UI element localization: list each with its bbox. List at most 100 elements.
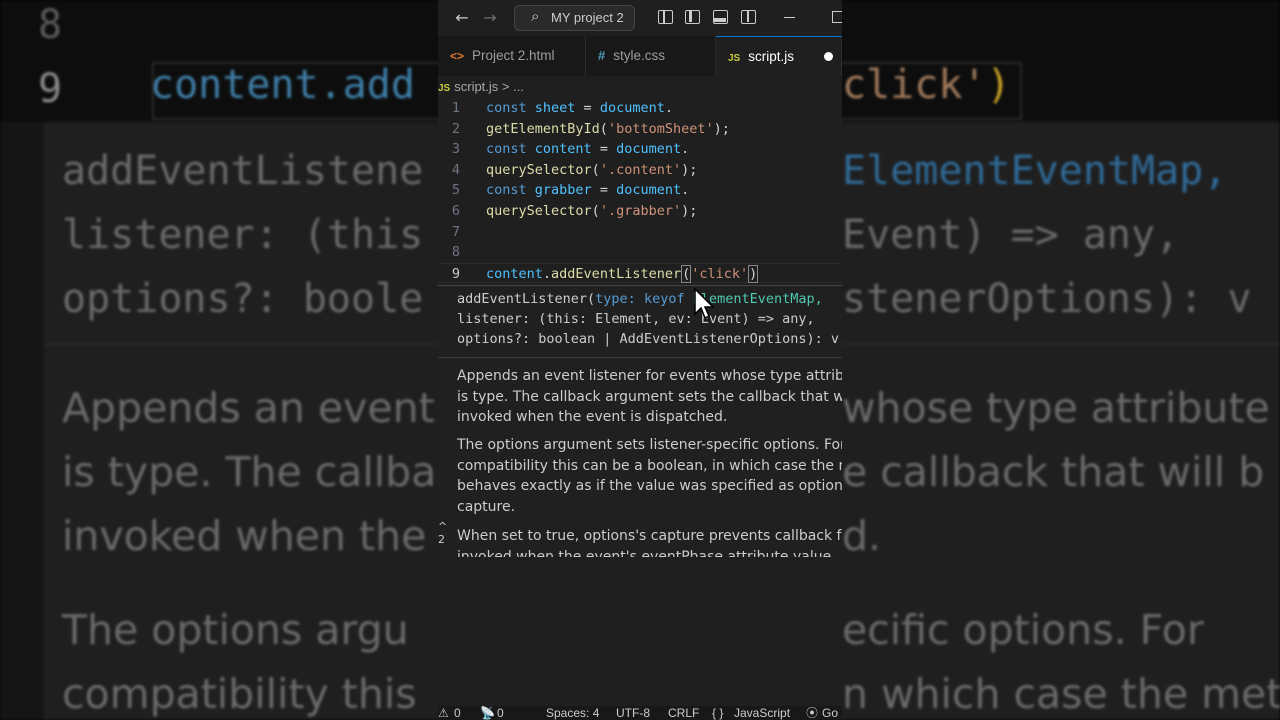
- arrow-left-icon[interactable]: ←: [450, 6, 474, 30]
- bg-doc-5-left: compatibility this: [62, 670, 417, 718]
- ports-icon[interactable]: 📡: [480, 707, 495, 720]
- tab-label: Project 2.html: [472, 48, 555, 63]
- unsaved-dot-icon[interactable]: [824, 52, 833, 61]
- problems-count[interactable]: 0: [454, 707, 461, 720]
- search-icon: ⌕: [531, 7, 540, 25]
- eol-status[interactable]: CRLF: [668, 707, 699, 720]
- line-number: 5: [451, 182, 460, 199]
- breadcrumb-file[interactable]: script.js: [454, 79, 498, 94]
- doc-paragraph-3: When set to true, options's capture prev…: [457, 528, 842, 557]
- bg-sig-3-right: stenerOptions): v: [842, 276, 1252, 322]
- go-live-icon[interactable]: ⦿: [806, 707, 818, 720]
- gutter-marker: ^ 2: [438, 520, 450, 560]
- encoding-status[interactable]: UTF-8: [616, 707, 650, 720]
- chevron-right-icon: >: [501, 79, 510, 94]
- line-number: 2: [451, 120, 460, 137]
- html-file-icon: <>: [450, 49, 465, 63]
- ports-count[interactable]: 0: [497, 707, 504, 720]
- doc-paragraph-1: Appends an event listener for events who…: [457, 368, 842, 426]
- code-line: 6 querySelector('.grabber');: [438, 201, 842, 222]
- code-text: const sheet = document.: [486, 100, 673, 116]
- vscode-window: ← → ⌕ MY project 2 <> Project 2.html # sty…: [438, 0, 842, 720]
- bg-sig-1-right: ElementEventMap,: [842, 148, 1228, 194]
- code-line: 2 getElementById('bottomSheet');: [438, 119, 842, 140]
- bg-line-number-8: 8: [38, 2, 63, 48]
- minimize-icon[interactable]: [784, 17, 795, 18]
- bg-doc-1-right: whose type attribute: [842, 384, 1270, 432]
- line-number: 1: [451, 100, 460, 116]
- status-bar: ⚠ 0 📡 0 Spaces: 4 UTF-8 CRLF { } JavaScr…: [438, 706, 842, 720]
- code-line-current: 9 content.addEventListener('click'): [438, 262, 842, 284]
- signature-line-1: addEventListener(type: keyof ElementEven…: [457, 291, 823, 307]
- hover-divider: [438, 357, 842, 358]
- maximize-icon[interactable]: [832, 11, 842, 23]
- doc-paragraph-2: The options argument sets listener-speci…: [457, 437, 842, 515]
- code-line: 7: [438, 222, 842, 243]
- indentation-status[interactable]: Spaces: 4: [546, 707, 599, 720]
- braces-icon[interactable]: { }: [712, 707, 723, 720]
- line-number: 8: [451, 244, 460, 261]
- bg-code-right: click'): [842, 62, 1011, 108]
- signature-line-3: options?: boolean | AddEventListenerOpti…: [457, 331, 840, 347]
- go-live-button[interactable]: Go: [822, 707, 838, 720]
- code-line: 8: [438, 242, 842, 263]
- bg-doc-1-left: Appends an event: [62, 384, 435, 432]
- bg-code-right-paren: ): [986, 62, 1011, 108]
- toggle-secondary-sidebar-icon[interactable]: [741, 10, 756, 24]
- bg-code-right-str: click': [842, 62, 987, 108]
- breadcrumb-more[interactable]: ...: [513, 79, 524, 94]
- title-bar: ← → ⌕ MY project 2: [438, 0, 842, 36]
- bg-sig-2-right: Event) => any,: [842, 212, 1180, 258]
- line-number: 9: [451, 265, 460, 282]
- code-text: content.addEventListener('click'): [486, 264, 759, 283]
- code-text: getElementById('bottomSheet');: [486, 120, 730, 137]
- js-file-icon: JS: [728, 53, 741, 64]
- code-text: querySelector('.content');: [486, 161, 698, 178]
- gutter-count: 2: [438, 533, 445, 546]
- signature-line-2: listener: (this: Element, ev: Event) => …: [457, 311, 815, 327]
- mouse-pointer-icon: [694, 288, 715, 320]
- code-text: querySelector('.grabber');: [486, 203, 698, 219]
- line-number: 3: [451, 141, 460, 158]
- line-number: 6: [451, 203, 460, 219]
- command-center-label: MY project 2: [551, 10, 624, 25]
- tab-label: script.js: [748, 49, 794, 64]
- bg-sig-1-left: addEventListene: [62, 148, 424, 194]
- bg-code-left: content.add: [150, 62, 415, 108]
- bg-doc-3-right: d.: [842, 512, 882, 560]
- bg-doc-2-left: is type. The callba: [62, 448, 437, 496]
- toggle-panel-icon[interactable]: [713, 10, 728, 24]
- bg-doc-5-right: n which case the met: [842, 670, 1280, 718]
- bg-sig-3-left: options?: boole: [62, 276, 424, 322]
- bg-sig-2-left: listener: (this: [62, 212, 424, 258]
- bg-doc-3-left: invoked when the: [62, 512, 427, 560]
- tab-style-css[interactable]: # style.css: [586, 36, 716, 76]
- line-number: 7: [451, 223, 460, 240]
- code-line: 4 querySelector('.content');: [438, 160, 842, 181]
- language-mode[interactable]: JavaScript: [734, 707, 790, 720]
- hover-tooltip: addEventListener(type: keyof ElementEven…: [438, 285, 842, 557]
- customize-layout-icon[interactable]: [658, 10, 673, 24]
- js-file-icon: JS: [438, 83, 451, 94]
- code-line: 1 const sheet = document.: [438, 98, 842, 119]
- breadcrumb: JS script.js > ...: [438, 76, 842, 98]
- warning-icon[interactable]: ⚠: [438, 707, 449, 720]
- bg-doc-2-right: e callback that will b: [842, 448, 1265, 496]
- line-number: 4: [451, 161, 460, 178]
- command-center-search[interactable]: ⌕ MY project 2: [514, 5, 635, 31]
- editor-tabs: <> Project 2.html # style.css JS script.js: [438, 36, 842, 76]
- bg-doc-4-left: The options argu: [62, 606, 409, 654]
- code-text: const content = document.: [486, 141, 690, 158]
- bg-doc-4-right: ecific options. For: [842, 606, 1204, 654]
- code-line: 5 const grabber = document.: [438, 180, 842, 201]
- toggle-primary-sidebar-icon[interactable]: [685, 10, 700, 24]
- bg-line-number-9: 9: [38, 66, 63, 112]
- code-text: const grabber = document.: [486, 182, 690, 199]
- tab-label: style.css: [613, 48, 665, 63]
- css-file-icon: #: [598, 48, 606, 63]
- code-line: 3 const content = document.: [438, 139, 842, 160]
- tab-script-js[interactable]: JS script.js: [716, 36, 842, 76]
- gutter-up-icon: ^: [438, 520, 448, 533]
- arrow-right-icon[interactable]: →: [478, 6, 502, 30]
- tab-project-2-html[interactable]: <> Project 2.html: [438, 36, 586, 76]
